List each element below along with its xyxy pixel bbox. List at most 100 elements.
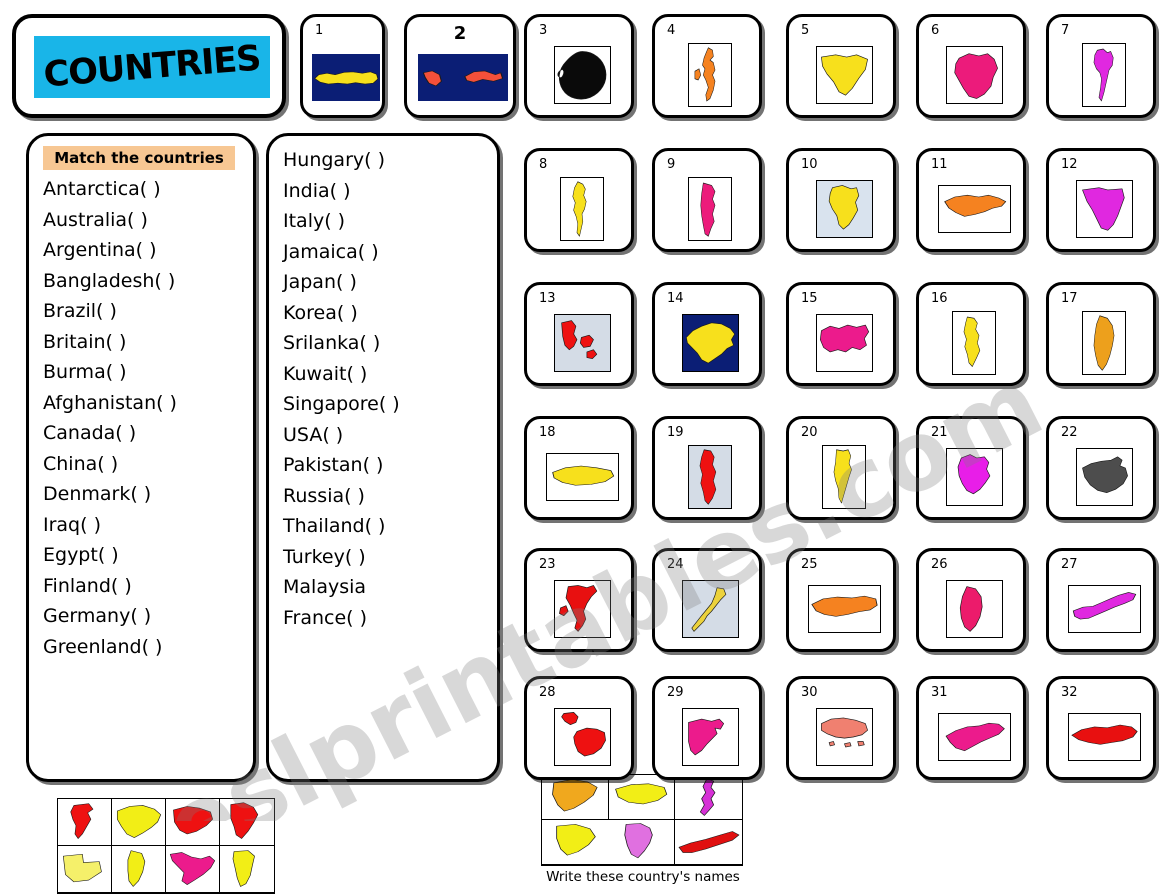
country-list-item[interactable]: Britain( ) [43, 327, 177, 358]
turkey-map-silhouette [312, 54, 380, 101]
shape-grid-cell[interactable] [542, 775, 609, 820]
country-list-item[interactable]: Turkey( ) [283, 542, 400, 573]
country-list-item[interactable]: France( ) [283, 603, 400, 634]
card-number: 18 [539, 425, 556, 440]
shape-grid-cell[interactable] [166, 799, 220, 846]
shape-grid-cell[interactable] [112, 846, 166, 893]
country-card-28[interactable]: 28 [524, 676, 634, 780]
country-card-26[interactable]: 26 [916, 548, 1026, 652]
oman-shape-map-silhouette [220, 799, 274, 845]
card-number: 20 [801, 425, 818, 440]
country-card-18[interactable]: 18 [524, 416, 634, 520]
shape-grid-cell[interactable] [220, 799, 274, 846]
burma-map-silhouette [561, 178, 603, 240]
map-frame [938, 185, 1011, 233]
country-card-7[interactable]: 7 [1046, 14, 1156, 118]
china-map-silhouette [683, 315, 738, 371]
country-card-24[interactable]: 24 [652, 548, 762, 652]
country-list-item[interactable]: Germany( ) [43, 601, 177, 632]
country-card-3[interactable]: 3 [524, 14, 634, 118]
country-list-item[interactable]: Korea( ) [283, 298, 400, 329]
country-list-item[interactable]: Bangladesh( ) [43, 266, 177, 297]
country-list-item[interactable]: Singapore( ) [283, 389, 400, 420]
country-list-item[interactable]: Italy( ) [283, 206, 400, 237]
country-list-item[interactable]: USA( ) [283, 420, 400, 451]
country-card-22[interactable]: 22 [1046, 416, 1156, 520]
shape-grid-cell[interactable] [166, 846, 220, 893]
country-card-17[interactable]: 17 [1046, 282, 1156, 386]
country-card-10[interactable]: 10 [786, 148, 896, 252]
country-card-4[interactable]: 4 [652, 14, 762, 118]
country-list-item[interactable]: Iraq( ) [43, 510, 177, 541]
shape-grid-cell[interactable] [675, 820, 742, 865]
egypt-map-silhouette [1077, 181, 1132, 237]
country-card-5[interactable]: 5 [786, 14, 896, 118]
hungary-map-silhouette [547, 454, 618, 500]
card-number: 27 [1061, 557, 1078, 572]
country-card-23[interactable]: 23 [524, 548, 634, 652]
country-list-item[interactable]: Kuwait( ) [283, 359, 400, 390]
country-card-13[interactable]: 13 [524, 282, 634, 386]
country-list-item[interactable]: Canada( ) [43, 418, 177, 449]
card-number: 3 [539, 23, 548, 38]
country-card-25[interactable]: 25 [786, 548, 896, 652]
country-list-item[interactable]: Brazil( ) [43, 296, 177, 327]
country-list-item[interactable]: Greenland( ) [43, 632, 177, 663]
country-card-20[interactable]: 20 [786, 416, 896, 520]
country-list-item[interactable]: Malaysia [283, 572, 400, 603]
france-map-silhouette [947, 449, 1002, 505]
country-card-11[interactable]: 11 [916, 148, 1026, 252]
map-frame [688, 445, 732, 509]
country-list-item[interactable]: India( ) [283, 176, 400, 207]
country-card-19[interactable]: 19 [652, 416, 762, 520]
country-card-29[interactable]: 29 [652, 676, 762, 780]
shape-grid-cell[interactable] [58, 799, 112, 846]
country-list-item[interactable]: Finland( ) [43, 571, 177, 602]
country-card-32[interactable]: 32 [1046, 676, 1156, 780]
country-card-1[interactable]: 1 [300, 14, 385, 118]
country-card-30[interactable]: 30 [786, 676, 896, 780]
shape-grid-cell[interactable] [112, 799, 166, 846]
country-card-8[interactable]: 8 [524, 148, 634, 252]
country-list-item[interactable]: Egypt( ) [43, 540, 177, 571]
shape-grid-cell[interactable] [608, 820, 676, 865]
shape-grid-cell[interactable] [58, 846, 112, 893]
usa-map-silhouette [555, 709, 610, 765]
country-list-item[interactable]: Japan( ) [283, 267, 400, 298]
map-frame [682, 708, 739, 766]
country-list-item[interactable]: Russia( ) [283, 481, 400, 512]
country-list-item[interactable]: Hungary( ) [283, 145, 400, 176]
chile-shape-map-silhouette [675, 775, 742, 819]
country-card-21[interactable]: 21 [916, 416, 1026, 520]
country-card-12[interactable]: 12 [1046, 148, 1156, 252]
country-list-item[interactable]: Afghanistan( ) [43, 388, 177, 419]
shape-grid-cell[interactable] [675, 775, 742, 820]
country-list-item[interactable]: Burma( ) [43, 357, 177, 388]
western-sahara-shape-map-silhouette [58, 846, 111, 892]
country-list-item[interactable]: Australia( ) [43, 205, 177, 236]
country-card-6[interactable]: 6 [916, 14, 1026, 118]
country-list-item[interactable]: Srilanka( ) [283, 328, 400, 359]
country-card-15[interactable]: 15 [786, 282, 896, 386]
argentina-map-silhouette [689, 178, 731, 240]
country-list-item[interactable]: Argentina( ) [43, 235, 177, 266]
map-frame [816, 314, 873, 372]
country-card-31[interactable]: 31 [916, 676, 1026, 780]
map-frame [816, 46, 873, 104]
denmark-map-silhouette [555, 315, 610, 371]
country-list-item[interactable]: Thailand( ) [283, 511, 400, 542]
country-list-item[interactable]: Antarctica( ) [43, 174, 177, 205]
country-list-item[interactable]: Pakistan( ) [283, 450, 400, 481]
britain-map-silhouette [689, 44, 731, 106]
country-card-16[interactable]: 16 [916, 282, 1026, 386]
shape-grid-cell[interactable] [608, 775, 676, 820]
country-list-item[interactable]: Jamaica( ) [283, 237, 400, 268]
country-card-14[interactable]: 14 [652, 282, 762, 386]
country-card-2[interactable]: 2 [404, 14, 516, 118]
shape-grid-cell[interactable] [542, 820, 609, 865]
country-card-27[interactable]: 27 [1046, 548, 1156, 652]
shape-grid-cell[interactable] [220, 846, 274, 893]
country-card-9[interactable]: 9 [652, 148, 762, 252]
country-list-item[interactable]: Denmark( ) [43, 479, 177, 510]
country-list-item[interactable]: China( ) [43, 449, 177, 480]
